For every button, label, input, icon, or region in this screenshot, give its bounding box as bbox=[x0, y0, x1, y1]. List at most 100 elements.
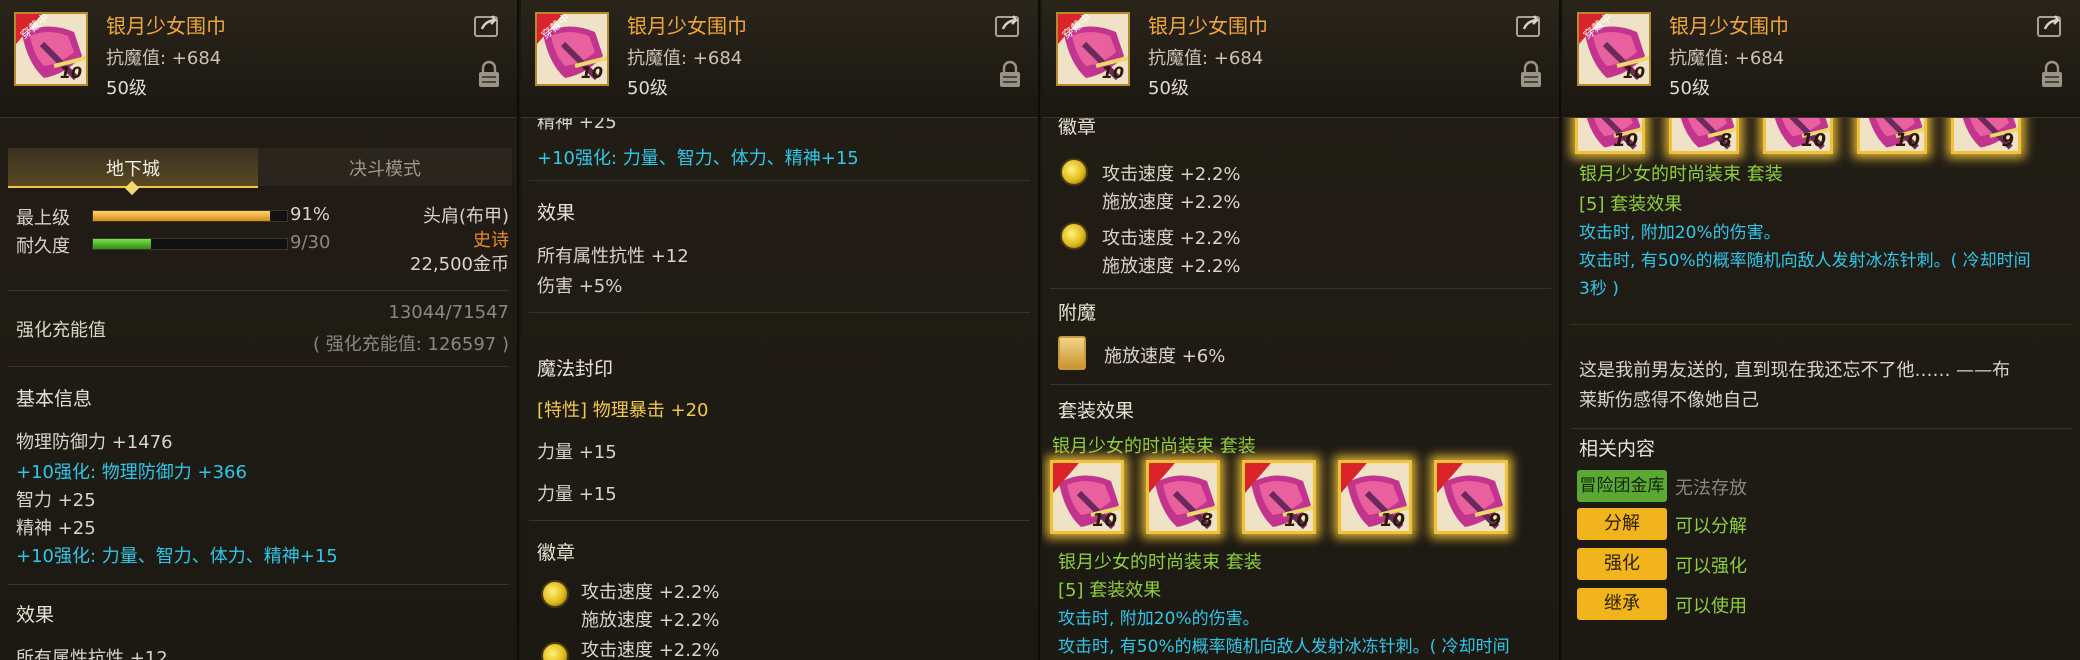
item-resist: 抗魔值: +684 bbox=[627, 48, 743, 69]
disassemble-status: 可以分解 bbox=[1675, 516, 1747, 537]
emblem-line: 施放速度 +2.2% bbox=[581, 610, 720, 631]
durability-label: 耐久度 bbox=[16, 236, 70, 257]
item-title: 银月少女围巾 bbox=[1148, 14, 1268, 38]
item-title: 银月少女围巾 bbox=[106, 14, 226, 38]
seal-line: 力量 +15 bbox=[537, 484, 617, 505]
emblem-line: 攻击速度 +2.2% bbox=[1102, 228, 1241, 249]
gold-coin-icon bbox=[1060, 158, 1088, 186]
tooltip-panel-4: 穿戴中 10 银月少女围巾 抗魔值: +684 50级 10 8 10 10 9 银月少… bbox=[1563, 0, 2080, 660]
item-level: 50级 bbox=[1148, 78, 1189, 99]
share-icon[interactable] bbox=[994, 12, 1022, 38]
seal-title: 魔法封印 bbox=[537, 358, 614, 380]
item-level: 50级 bbox=[1669, 78, 1710, 99]
emblem-title: 徽章 bbox=[537, 542, 576, 564]
inherit-status: 可以使用 bbox=[1675, 596, 1747, 617]
disassemble-button[interactable]: 分解 bbox=[1577, 508, 1667, 540]
set-piece-enhance: 9 bbox=[1488, 510, 1501, 531]
tooltip-panel-3: 穿戴中 10 银月少女围巾 抗魔值: +684 50级 徽章 攻击速度 +2.2… bbox=[1042, 0, 1561, 660]
set-bonus-line: 攻击时, 附加20%的伤害。 bbox=[1058, 609, 1260, 629]
emblem-line: 施放速度 +2.2% bbox=[1102, 256, 1241, 277]
lock-icon[interactable] bbox=[998, 60, 1022, 88]
share-icon[interactable] bbox=[473, 12, 501, 38]
effect-line: 所有属性抗性 +12 bbox=[16, 648, 168, 660]
enhance-button[interactable]: 强化 bbox=[1577, 548, 1667, 580]
grade-value: 91% bbox=[290, 204, 331, 225]
set-piece-enhance: 10 bbox=[1612, 130, 1638, 151]
effect-line: 伤害 +5% bbox=[537, 276, 623, 297]
charge-label: 强化充能值 bbox=[16, 320, 106, 341]
item-header: 穿戴中 10 银月少女围巾 抗魔值: +684 50级 bbox=[521, 0, 1038, 118]
stat-line: +10强化: 力量、智力、体力、精神+15 bbox=[537, 148, 859, 169]
set-piece-enhance: 10 bbox=[1800, 130, 1826, 151]
item-rarity: 史诗 bbox=[473, 230, 509, 251]
item-resist: 抗魔值: +684 bbox=[106, 48, 222, 69]
inherit-button[interactable]: 继承 bbox=[1577, 588, 1667, 620]
item-header: 穿戴中 10 银月少女围巾 抗魔值: +684 50级 bbox=[0, 0, 517, 118]
enhance-badge: 10 bbox=[1622, 63, 1645, 82]
grade-label: 最上级 bbox=[16, 208, 70, 229]
set-piece-icon[interactable]: 8 bbox=[1146, 460, 1220, 534]
lock-icon[interactable] bbox=[1519, 60, 1543, 88]
set-piece-icon[interactable]: 9 bbox=[1434, 460, 1508, 534]
enhance-badge: 10 bbox=[59, 63, 82, 82]
set-name: 银月少女的时尚装束 套装 bbox=[1058, 552, 1262, 573]
scarf-item-icon: 穿戴中 10 bbox=[1577, 12, 1651, 86]
set-bonus-line: 3秒 ) bbox=[1579, 279, 1619, 299]
lock-icon[interactable] bbox=[477, 60, 501, 88]
charge-sub: ( 强化充能值: 126597 ) bbox=[313, 334, 509, 355]
item-header: 穿戴中 10 银月少女围巾 抗魔值: +684 50级 bbox=[1042, 0, 1559, 118]
gold-coin-icon bbox=[1060, 222, 1088, 250]
set-piece-enhance: 8 bbox=[1200, 510, 1213, 531]
durability-value: 9/30 bbox=[290, 232, 331, 253]
stat-line: 精神 +25 bbox=[16, 518, 96, 539]
share-icon[interactable] bbox=[1515, 12, 1543, 38]
stat-line: +10强化: 力量、智力、体力、精神+15 bbox=[16, 546, 338, 567]
effect-title: 效果 bbox=[537, 202, 576, 224]
grade-bar bbox=[92, 210, 288, 222]
tooltip-panel-2: 穿戴中 10 银月少女围巾 抗魔值: +684 50级 精神 +25 +10强化… bbox=[521, 0, 1040, 660]
enchant-title: 附魔 bbox=[1058, 302, 1097, 324]
set-piece-icon[interactable]: 10 bbox=[1050, 460, 1124, 534]
item-header: 穿戴中 10 银月少女围巾 抗魔值: +684 50级 bbox=[1563, 0, 2080, 118]
emblem-line: 攻击速度 +2.2% bbox=[581, 640, 720, 660]
guild-storage-status: 无法存放 bbox=[1675, 478, 1747, 499]
item-level: 50级 bbox=[627, 78, 668, 99]
card-icon bbox=[1058, 336, 1086, 370]
emblem-line: 攻击速度 +2.2% bbox=[581, 582, 720, 603]
item-resist: 抗魔值: +684 bbox=[1669, 48, 1785, 69]
set-piece-enhance: 10 bbox=[1894, 130, 1920, 151]
tab-duel-mode[interactable]: 决斗模式 bbox=[258, 148, 512, 186]
item-resist: 抗魔值: +684 bbox=[1148, 48, 1264, 69]
stat-line: 物理防御力 +1476 bbox=[16, 432, 173, 453]
item-price: 22,500金币 bbox=[410, 254, 509, 275]
effect-line: 所有属性抗性 +12 bbox=[537, 246, 689, 267]
lock-icon[interactable] bbox=[2040, 60, 2064, 88]
set-bonus-line: 攻击时, 有50%的概率随机向敌人发射冰冻针刺。( 冷却时间 bbox=[1058, 637, 1510, 657]
seal-line: 力量 +15 bbox=[537, 442, 617, 463]
set-piece-enhance: 8 bbox=[1719, 130, 1732, 151]
set-piece-enhance: 10 bbox=[1091, 510, 1117, 531]
set-piece-enhance: 9 bbox=[2001, 130, 2014, 151]
enhance-status: 可以强化 bbox=[1675, 556, 1747, 577]
set-piece-icon[interactable]: 10 bbox=[1242, 460, 1316, 534]
enhance-badge: 10 bbox=[580, 63, 603, 82]
item-level: 50级 bbox=[106, 78, 147, 99]
share-icon[interactable] bbox=[2036, 12, 2064, 38]
emblem-line: 攻击速度 +2.2% bbox=[1102, 164, 1241, 185]
tab-dungeon[interactable]: 地下城 bbox=[8, 148, 258, 196]
set-effect-title: 套装效果 bbox=[1058, 400, 1135, 422]
scarf-item-icon: 穿戴中 10 bbox=[1056, 12, 1130, 86]
guild-storage-badge: 冒险团金库 bbox=[1577, 470, 1667, 502]
set-piece-enhance: 10 bbox=[1283, 510, 1309, 531]
set-piece-icon[interactable]: 10 bbox=[1338, 460, 1412, 534]
set-bonus-line: 攻击时, 附加20%的伤害。 bbox=[1579, 223, 1781, 243]
effect-title: 效果 bbox=[16, 604, 55, 626]
set-bonus-title: [5] 套装效果 bbox=[1058, 580, 1162, 601]
seal-line: [特性] 物理暴击 +20 bbox=[537, 400, 709, 421]
scarf-item-icon: 穿戴中 10 bbox=[14, 12, 88, 86]
gold-coin-icon bbox=[541, 580, 569, 608]
set-piece-enhance: 10 bbox=[1379, 510, 1405, 531]
emblem-line: 施放速度 +2.2% bbox=[1102, 192, 1241, 213]
gold-coin-icon bbox=[541, 642, 569, 660]
item-title: 银月少女围巾 bbox=[1669, 14, 1789, 38]
